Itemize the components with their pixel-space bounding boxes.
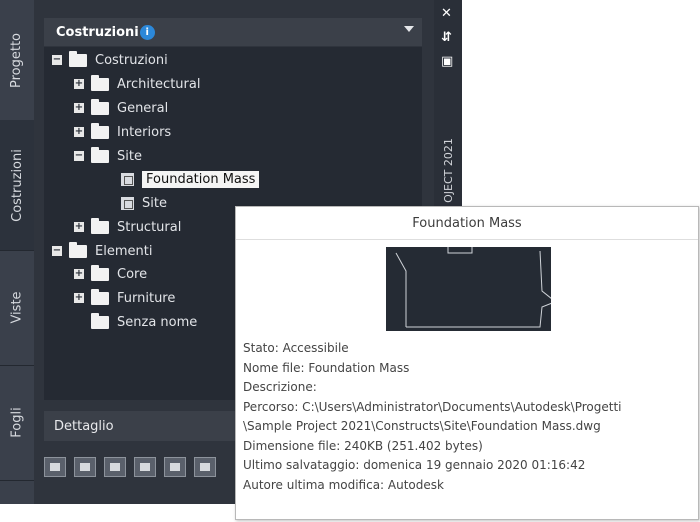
tab-costruzioni-label: Costruzioni: [9, 148, 25, 222]
folder-open-icon: [91, 146, 109, 163]
construct-tooltip: Foundation Mass Stato: Accessibile Nome …: [235, 206, 699, 520]
property-line: Dimensione file: 240KB (251.402 bytes): [243, 438, 483, 453]
detail-label: Dettaglio: [54, 418, 114, 434]
auto-hide-icon[interactable]: ⇵: [441, 30, 452, 45]
tree-node-site-folder[interactable]: − Site: [74, 145, 142, 167]
property-line: Autore ultima modifica: Autodesk: [243, 477, 444, 492]
property-line: Descrizione:: [243, 380, 317, 394]
tooltip-title: Foundation Mass: [236, 207, 698, 240]
add-element-icon[interactable]: [74, 457, 96, 477]
property-line: Stato: Accessibile: [243, 341, 349, 355]
tree-node-general[interactable]: + General: [74, 97, 168, 119]
add-category-icon[interactable]: [44, 457, 66, 477]
tree-node-interiors[interactable]: + Interiors: [74, 121, 171, 143]
folder-open-icon: [69, 50, 87, 67]
folder-open-icon: [69, 241, 87, 258]
tab-progetto-label: Progetto: [9, 32, 25, 88]
tab-fogli[interactable]: Fogli: [0, 365, 34, 481]
tab-viste-label: Viste: [9, 291, 25, 324]
expand-icon[interactable]: +: [74, 222, 84, 232]
tree-node-furniture[interactable]: + Furniture: [74, 287, 175, 309]
tree-node-costruzioni[interactable]: − Costruzioni: [52, 49, 168, 71]
tree-node-structural[interactable]: + Structural: [74, 216, 181, 238]
tree-node-label: Core: [117, 266, 148, 282]
tree-node-site-construct[interactable]: Site: [121, 192, 167, 214]
info-icon[interactable]: i: [139, 24, 155, 40]
tree-node-label: Site: [142, 195, 167, 211]
palette-title-text: OJECT 2021: [441, 137, 455, 203]
expand-icon[interactable]: +: [74, 127, 84, 137]
tab-viste[interactable]: Viste: [0, 250, 34, 366]
tree-node-label: Costruzioni: [95, 52, 168, 68]
property-line: Percorso: C:\Users\Administrator\Documen…: [243, 399, 622, 414]
tree-node-label: Architectural: [117, 76, 201, 92]
add-construct-icon[interactable]: [104, 457, 126, 477]
properties-menu-icon[interactable]: ▣: [441, 54, 453, 69]
folder-icon: [91, 98, 109, 115]
palette-toolbar: [44, 452, 244, 482]
folder-icon: [91, 288, 109, 305]
tree-node-label: Interiors: [117, 124, 172, 140]
expand-icon[interactable]: +: [74, 293, 84, 303]
tab-progetto[interactable]: Progetto: [0, 0, 34, 121]
collapse-icon[interactable]: −: [52, 55, 62, 65]
tooltip-properties: Stato: Accessibile Nome file: Foundation…: [243, 339, 695, 495]
construct-drawing-icon: [121, 196, 134, 210]
constructs-header[interactable]: Costruzioni i: [44, 18, 422, 46]
tab-costruzioni[interactable]: Costruzioni: [0, 120, 34, 251]
construct-drawing-icon: [121, 172, 134, 186]
properties-icon[interactable]: [194, 457, 216, 477]
tree-node-senza-nome[interactable]: Senza nome: [91, 311, 197, 333]
expand-icon[interactable]: +: [74, 79, 84, 89]
expand-icon[interactable]: +: [74, 269, 84, 279]
drawing-preview-thumbnail: [386, 247, 553, 331]
palette-title: OJECT 2021: [434, 120, 462, 220]
tree-node-label: Site: [117, 148, 142, 164]
header-title: Costruzioni: [56, 24, 139, 40]
close-icon[interactable]: ✕: [441, 6, 452, 21]
tree-node-label: General: [117, 100, 169, 116]
vertical-tab-bar: Progetto Costruzioni Viste Fogli: [0, 0, 34, 504]
tree-node-label: Elementi: [95, 243, 153, 259]
refresh-icon[interactable]: [164, 457, 186, 477]
tab-fogli-label: Fogli: [9, 407, 25, 438]
property-line: Nome file: Foundation Mass: [243, 360, 410, 375]
tree-node-foundation-mass[interactable]: Foundation Mass: [121, 168, 260, 190]
property-line: Ultimo salvataggio: domenica 19 gennaio …: [243, 458, 586, 472]
folder-icon: [91, 217, 109, 234]
collapse-icon[interactable]: −: [74, 151, 84, 161]
folder-icon: [91, 264, 109, 281]
tree-node-elementi[interactable]: − Elementi: [52, 240, 152, 262]
open-drawing-icon[interactable]: [134, 457, 156, 477]
tree-node-label: Senza nome: [117, 314, 198, 330]
folder-icon: [91, 74, 109, 91]
tree-node-label: Structural: [117, 219, 182, 235]
tree-node-label: Furniture: [117, 290, 176, 306]
tree-node-core[interactable]: + Core: [74, 263, 147, 285]
tree-node-label-selected: Foundation Mass: [142, 170, 260, 188]
folder-icon: [91, 122, 109, 139]
collapse-icon[interactable]: −: [52, 246, 62, 256]
chevron-down-icon[interactable]: [404, 26, 414, 32]
expand-icon[interactable]: +: [74, 103, 84, 113]
preview-linework: [395, 247, 553, 328]
tree-node-architectural[interactable]: + Architectural: [74, 73, 200, 95]
property-line: \Sample Project 2021\Constructs\Site\Fou…: [243, 419, 601, 433]
folder-icon: [91, 312, 109, 329]
